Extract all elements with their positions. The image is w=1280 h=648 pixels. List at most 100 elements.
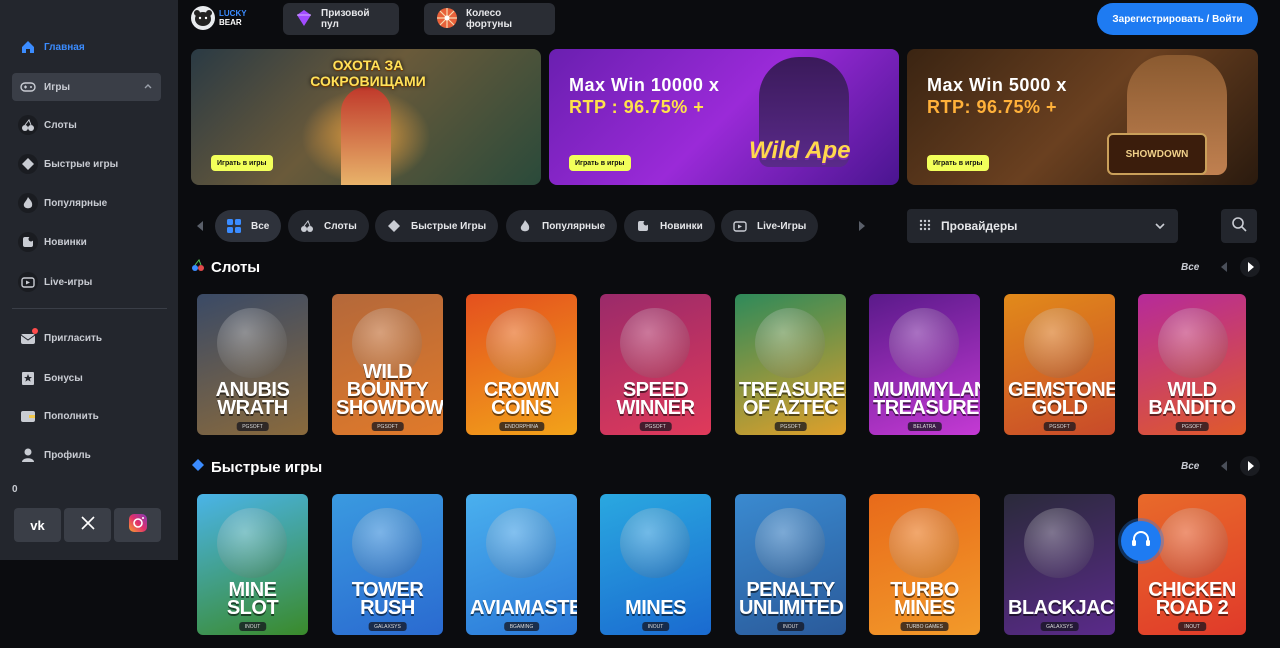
prize-pool-button[interactable]: Призовой пул (283, 3, 399, 35)
instagram-icon (128, 513, 148, 538)
section-slots-all-link[interactable]: Все (1181, 262, 1199, 273)
diamond-icon (385, 217, 403, 235)
banner-rtp: RTP: 96.75% + (927, 97, 1058, 117)
game-provider: BGAMING (503, 622, 540, 631)
grid-icon (225, 217, 243, 235)
sidebar-item-profile[interactable]: Профиль (12, 441, 161, 469)
game-art (1024, 508, 1094, 578)
sidebar-item-bonuses[interactable]: Бонусы (12, 364, 161, 392)
game-card[interactable]: TURBO MINES TURBO GAMES (869, 494, 980, 635)
banner-play-button[interactable]: Играть в игры (927, 155, 989, 171)
sidebar-item-games[interactable]: Игры (12, 73, 161, 101)
chip-label: Новинки (660, 220, 703, 232)
game-card[interactable]: MINE SLOT INOUT (197, 494, 308, 635)
section-fast-games-prev[interactable] (1214, 456, 1234, 476)
game-title: MINE SLOT (226, 579, 279, 619)
game-card[interactable]: AVIAMASTERS BGAMING (466, 494, 577, 635)
game-card[interactable]: WILD BANDITO PGSOFT (1138, 294, 1246, 435)
sidebar-divider (12, 308, 167, 309)
chevron-down-icon (1154, 220, 1166, 235)
filter-chip-fast-games[interactable]: Быстрые Игры (375, 210, 499, 242)
banner-treasure-hunt[interactable]: ОХОТА ЗА СОКРОВИЩАМИ Играть в игры (191, 49, 541, 185)
banner-wild-ape[interactable]: Max Win 10000 x RTP : 96.75% + Wild Ape … (549, 49, 899, 185)
chip-label: Live-Игры (757, 220, 807, 232)
filter-chip-live-games[interactable]: Live-Игры (721, 210, 819, 242)
banner-showdown[interactable]: Max Win 5000 x RTP: 96.75% + SHOWDOWN Иг… (907, 49, 1258, 185)
game-art (486, 508, 556, 578)
game-title: ANUBIS WRATH (215, 379, 290, 419)
filters-prev-button[interactable] (193, 219, 207, 233)
section-slots-next[interactable] (1240, 257, 1260, 277)
filter-chip-popular[interactable]: Популярные (506, 210, 618, 242)
game-art (1158, 308, 1228, 378)
section-fast-games-next[interactable] (1240, 456, 1260, 476)
section-fast-games-title: Быстрые игры (191, 458, 322, 476)
bear-logo-icon (191, 6, 215, 30)
filters-next-button[interactable] (855, 219, 869, 233)
game-card[interactable]: GEMSTONES GOLD PGSOFT (1004, 294, 1115, 435)
sidebar-item-popular[interactable]: Популярные (12, 189, 161, 217)
vk-button[interactable]: vk (14, 508, 61, 542)
top-bar: LUCKY BEAR Призовой пул Колесо фортуны За… (185, 0, 1270, 38)
banner-play-button[interactable]: Играть в игры (211, 155, 273, 171)
game-art (1158, 508, 1228, 578)
game-provider: INOUT (776, 622, 805, 631)
section-slots-prev[interactable] (1214, 257, 1234, 277)
chevron-left-icon (1220, 461, 1227, 471)
game-card[interactable]: CROWN COINS ENDORPHINA (466, 294, 577, 435)
providers-dropdown[interactable]: Провайдеры (907, 209, 1178, 243)
filter-chip-slots[interactable]: Слоты (288, 210, 369, 242)
game-art (755, 308, 825, 378)
search-button[interactable] (1221, 209, 1257, 243)
filter-chip-new[interactable]: Новинки (624, 210, 715, 242)
chip-label: Популярные (542, 220, 606, 232)
logo[interactable]: LUCKY BEAR (191, 6, 247, 30)
game-art (755, 508, 825, 578)
instagram-button[interactable] (114, 508, 161, 542)
game-provider: ENDORPHINA (498, 422, 545, 431)
fire-icon (18, 193, 38, 213)
headset-icon (1130, 528, 1152, 555)
balance-value: 0 (12, 484, 18, 495)
section-title-text: Слоты (211, 258, 261, 276)
game-card[interactable]: CHICKEN ROAD 2 INOUT (1138, 494, 1246, 635)
sidebar-item-new[interactable]: Новинки (12, 228, 161, 256)
vk-icon: vk (30, 517, 45, 533)
new-icon (18, 232, 38, 252)
live-tv-icon (18, 272, 38, 292)
register-login-button[interactable]: Зарегистрировать / Войти (1097, 3, 1258, 35)
x-button[interactable] (64, 508, 111, 542)
support-chat-button[interactable] (1121, 521, 1161, 561)
sidebar-item-label: Пригласить (44, 332, 103, 344)
sidebar-item-label: Популярные (44, 197, 108, 209)
filter-chip-all[interactable]: Все (215, 210, 282, 242)
game-card[interactable]: MUMMYLAND TREASURES BELATRA (869, 294, 980, 435)
game-provider: GALAXSYS (1040, 622, 1079, 631)
game-card[interactable]: BLACKJACK GALAXSYS (1004, 494, 1115, 635)
wheel-of-fortune-button[interactable]: Колесо фортуны (424, 3, 555, 35)
search-icon (1231, 216, 1247, 237)
home-icon (18, 37, 38, 57)
sidebar-item-home[interactable]: Главная (12, 33, 161, 61)
game-provider: TURBO GAMES (900, 622, 949, 631)
game-card[interactable]: PENALTY UNLIMITED INOUT (735, 494, 846, 635)
game-card[interactable]: TREASURES OF AZTEC PGSOFT (735, 294, 846, 435)
sidebar-item-invite[interactable]: Пригласить (12, 324, 161, 352)
game-card[interactable]: WILD BOUNTY SHOWDOWN PGSOFT (332, 294, 443, 435)
banner-rtp: RTP : 96.75% + (569, 97, 705, 117)
game-card[interactable]: SPEED WINNER PGSOFT (600, 294, 711, 435)
wheel-label: Колесо фортуны (466, 8, 512, 30)
game-card[interactable]: MINES INOUT (600, 494, 711, 635)
game-card[interactable]: TOWER RUSH GALAXSYS (332, 494, 443, 635)
sidebar-item-fast-games[interactable]: Быстрые игры (12, 150, 161, 178)
banner-play-button[interactable]: Играть в игры (569, 155, 631, 171)
game-art (352, 508, 422, 578)
game-title: PENALTY UNLIMITED (739, 579, 844, 619)
sidebar-item-slots[interactable]: Слоты (12, 111, 161, 139)
sidebar-item-label: Слоты (44, 119, 77, 131)
section-fast-games-all-link[interactable]: Все (1181, 461, 1199, 472)
sidebar-item-deposit[interactable]: Пополнить (12, 402, 161, 430)
sidebar-item-live-games[interactable]: Live-игры (12, 268, 161, 296)
game-card[interactable]: ANUBIS WRATH PGSOFT (197, 294, 308, 435)
live-tv-icon (731, 217, 749, 235)
